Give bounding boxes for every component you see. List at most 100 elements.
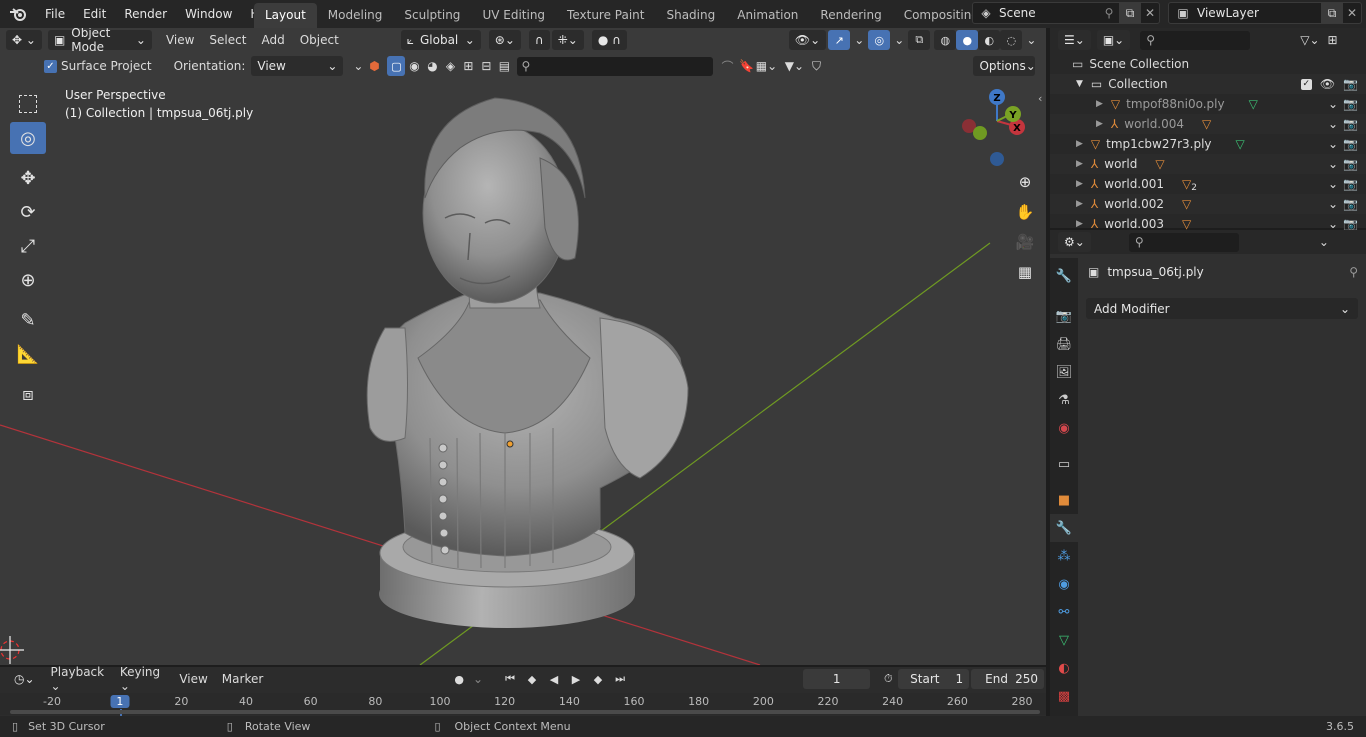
snap-solid-icon[interactable]: ◉ xyxy=(405,59,423,73)
world-tab-icon[interactable]: ◉ xyxy=(1050,414,1078,442)
gizmo-dropdown[interactable]: ⌄ xyxy=(854,33,864,47)
rotate-tool[interactable]: ⟳ xyxy=(10,196,46,228)
proportional-editing-toggle[interactable]: ● ∩ xyxy=(591,30,627,50)
snap-texture-icon[interactable]: ◈ xyxy=(441,59,459,73)
render-camera-icon[interactable]: 📷 xyxy=(1343,177,1358,191)
menu-view[interactable]: View xyxy=(166,33,194,47)
shading-dropdown[interactable]: ⌄ xyxy=(1026,33,1036,47)
view-layer-name[interactable]: ViewLayer xyxy=(1197,6,1321,20)
play-reverse-button[interactable]: ◀ xyxy=(543,669,566,689)
properties-editor-type[interactable]: ⚙ ⌄ xyxy=(1058,232,1091,252)
bookmark-icon[interactable]: 🔖 xyxy=(737,59,755,73)
transform-orientation-dropdown[interactable]: ⟀ Global ⌄ xyxy=(400,30,481,50)
tab-texture-paint[interactable]: Texture Paint xyxy=(556,3,655,28)
snap-uv-icon[interactable]: ▤ xyxy=(495,59,513,73)
expand-icon[interactable]: ▶ xyxy=(1096,119,1103,129)
end-frame-field[interactable]: End 250 xyxy=(971,669,1044,689)
shading-material[interactable]: ◐ xyxy=(978,30,1001,50)
tab-shading[interactable]: Shading xyxy=(655,3,726,28)
hide-in-viewport-icon[interactable]: ⌄ xyxy=(1328,217,1338,231)
visibility-dropdown[interactable]: 👁 ⌄ xyxy=(788,30,827,50)
menu-playback[interactable]: Playback ⌄ xyxy=(51,665,111,693)
delete-view-layer-icon[interactable]: ✕ xyxy=(1343,6,1361,20)
surface-project-checkbox[interactable]: ✓ xyxy=(44,59,57,73)
menu-marker[interactable]: Marker xyxy=(222,672,263,686)
shading-solid[interactable]: ● xyxy=(956,30,979,50)
object-mode-dropdown[interactable]: ▣ Object Mode ⌄ xyxy=(47,28,152,54)
render-camera-icon[interactable]: 📷 xyxy=(1343,217,1358,231)
perspective-toggle-icon[interactable]: ▦ xyxy=(1012,259,1038,285)
filter-dropdown[interactable]: ⌄ xyxy=(353,59,363,73)
measure-tool[interactable]: 📐 xyxy=(10,338,46,370)
modifier-tab-icon[interactable]: 🔧 xyxy=(1050,514,1078,542)
menu-render[interactable]: Render xyxy=(115,7,176,21)
outliner-collection[interactable]: ▼ ▭ Collection ✓ 👁 📷 xyxy=(1050,74,1366,94)
play-button[interactable]: ▶ xyxy=(565,669,588,689)
hide-in-viewport-icon[interactable]: ⌄ xyxy=(1328,137,1338,151)
annotate-tool[interactable]: ✎ xyxy=(10,304,46,336)
particles-tab-icon[interactable]: ⁂ xyxy=(1050,542,1078,570)
material-tab-icon[interactable]: ◐ xyxy=(1050,654,1078,682)
bezier-icon[interactable]: ⌒ xyxy=(717,58,737,75)
navigation-gizmo[interactable]: Z X Y xyxy=(955,83,1035,168)
overlays-dropdown[interactable]: ⌄ xyxy=(894,33,904,47)
tab-layout[interactable]: Layout xyxy=(254,3,317,28)
physics-tab-icon[interactable]: ◉ xyxy=(1050,570,1078,598)
snap-target-dropdown[interactable]: ⁜ ⌄ xyxy=(551,30,584,50)
pin-icon[interactable]: ⚲ xyxy=(1099,6,1119,20)
tab-sculpting[interactable]: Sculpting xyxy=(393,3,471,28)
object-tab-icon[interactable]: ■ xyxy=(1050,486,1078,514)
sidebar-toggle-icon[interactable]: ‹ xyxy=(1038,92,1042,105)
render-camera-icon[interactable]: 📷 xyxy=(1343,137,1358,151)
exclude-checkbox[interactable]: ✓ xyxy=(1300,78,1312,90)
scene-selector[interactable]: ◈ Scene ⚲ ⧉ ✕ xyxy=(972,2,1160,24)
outliner-search[interactable]: ⚲ xyxy=(1140,30,1251,50)
expand-icon[interactable]: ▶ xyxy=(1076,219,1083,229)
render-camera-icon[interactable]: 📷 xyxy=(1343,197,1358,211)
view-menu-icon[interactable]: ▦⌄ xyxy=(755,59,777,73)
tab-rendering[interactable]: Rendering xyxy=(809,3,892,28)
shading-wireframe[interactable]: ◍ xyxy=(934,30,957,50)
hide-in-viewport-icon[interactable]: ⌄ xyxy=(1328,197,1338,211)
zoom-icon[interactable]: ⊕ xyxy=(1012,169,1038,195)
view-layer-selector[interactable]: ▣ ViewLayer ⧉ ✕ xyxy=(1168,2,1362,24)
render-camera-icon[interactable]: 📷 xyxy=(1343,97,1358,111)
outliner-scene-collection[interactable]: ▭ Scene Collection xyxy=(1050,54,1366,74)
shield-icon[interactable]: ⛉ xyxy=(807,59,825,74)
menu-edit[interactable]: Edit xyxy=(74,7,115,21)
outliner-item[interactable]: ▶ ⅄ world.001 ▽ 2 ⌄ 📷 xyxy=(1050,174,1366,194)
add-modifier-dropdown[interactable]: Add Modifier ⌄ xyxy=(1086,298,1358,319)
jump-start-button[interactable]: ⏮ xyxy=(499,669,522,689)
shading-rendered[interactable]: ◌ xyxy=(1000,30,1023,50)
render-tab-icon[interactable]: 📷 xyxy=(1050,302,1078,330)
prev-keyframe-button[interactable]: ◆ xyxy=(521,669,544,689)
tool-tab-icon[interactable]: 🔧 xyxy=(1050,262,1078,290)
record-options-icon[interactable]: ⌄ xyxy=(473,672,483,686)
collection-tab-icon[interactable]: ▭ xyxy=(1050,450,1078,478)
hide-in-viewport-icon[interactable]: ⌄ xyxy=(1328,117,1338,131)
output-tab-icon[interactable]: 🖨 xyxy=(1050,330,1078,358)
snap-element-box[interactable]: ▢ xyxy=(387,56,406,76)
options-dropdown[interactable]: Options ⌄ xyxy=(973,56,1036,76)
add-cube-tool[interactable]: ⧈ xyxy=(10,378,46,410)
hide-in-viewport-icon[interactable]: ⌄ xyxy=(1328,97,1338,111)
outliner-item[interactable]: ▶ ▽ tmp1cbw27r3.ply ▽ ⌄ 📷 xyxy=(1050,134,1366,154)
hide-in-viewport-icon[interactable]: ⌄ xyxy=(1328,157,1338,171)
orientation-dropdown[interactable]: View ⌄ xyxy=(251,56,344,76)
tab-uv-editing[interactable]: UV Editing xyxy=(471,3,556,28)
display-mode-dropdown[interactable]: ▣ ⌄ xyxy=(1096,30,1131,50)
pin-properties-icon[interactable]: ⚲ xyxy=(1349,265,1358,279)
jump-end-button[interactable]: ⏭ xyxy=(609,669,632,689)
constraints-tab-icon[interactable]: ⚯ xyxy=(1050,598,1078,626)
hide-in-viewport-icon[interactable]: ⌄ xyxy=(1328,177,1338,191)
scene-tab-icon[interactable]: ⚗ xyxy=(1050,386,1078,414)
new-scene-icon[interactable]: ⧉ xyxy=(1119,3,1141,23)
menu-add[interactable]: Add xyxy=(261,33,284,47)
tab-animation[interactable]: Animation xyxy=(726,3,809,28)
3d-viewport[interactable]: ✥ ⌄ ▣ Object Mode ⌄ View Select Add Object… xyxy=(0,28,1046,665)
collection-camera-icon[interactable]: 📷 xyxy=(1343,77,1358,91)
timeline-menu-view[interactable]: View xyxy=(179,672,207,686)
transform-tool[interactable]: ⊕ xyxy=(10,264,46,296)
snap-layers-icon[interactable]: ⊟ xyxy=(477,59,495,73)
outliner-editor-type[interactable]: ☰ ⌄ xyxy=(1058,30,1091,50)
